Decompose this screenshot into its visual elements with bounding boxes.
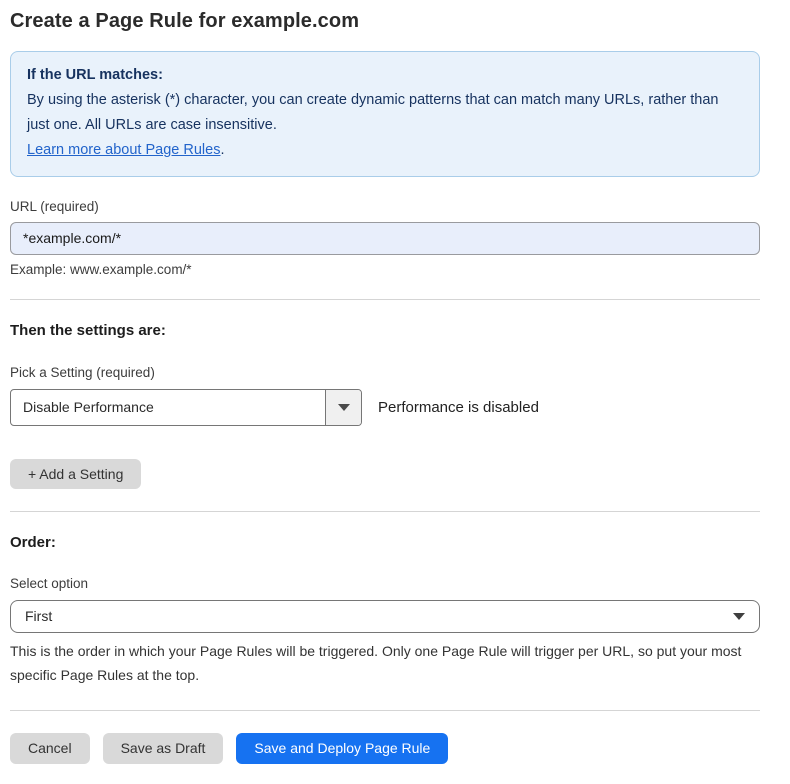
cancel-button[interactable]: Cancel [10, 733, 90, 764]
url-label: URL (required) [10, 199, 760, 214]
url-section: URL (required) Example: www.example.com/… [10, 199, 760, 277]
url-input[interactable] [10, 222, 760, 255]
setting-select-value: Disable Performance [11, 390, 325, 425]
setting-picker-label: Pick a Setting (required) [10, 365, 760, 380]
order-select-label: Select option [10, 576, 760, 591]
settings-heading: Then the settings are: [10, 322, 760, 339]
divider [10, 511, 760, 512]
setting-row: Disable Performance Performance is disab… [10, 389, 760, 426]
url-match-info-box: If the URL matches: By using the asteris… [10, 51, 760, 177]
setting-select[interactable]: Disable Performance [10, 389, 362, 426]
settings-section: Then the settings are: Pick a Setting (r… [10, 322, 760, 489]
save-deploy-button[interactable]: Save and Deploy Page Rule [236, 733, 448, 764]
order-help-text: This is the order in which your Page Rul… [10, 639, 752, 688]
learn-more-link[interactable]: Learn more about Page Rules [27, 142, 220, 158]
url-example-text: Example: www.example.com/* [10, 262, 760, 277]
page-rule-form: Create a Page Rule for example.com If th… [10, 10, 760, 764]
order-heading: Order: [10, 534, 760, 551]
divider [10, 710, 760, 711]
order-select-value: First [25, 608, 733, 624]
footer-actions: Cancel Save as Draft Save and Deploy Pag… [10, 733, 760, 764]
info-box-body: By using the asterisk (*) character, you… [27, 88, 743, 138]
info-box-link-line: Learn more about Page Rules. [27, 138, 743, 163]
save-draft-button[interactable]: Save as Draft [103, 733, 224, 764]
info-box-heading: If the URL matches: [27, 63, 743, 88]
order-section: Order: Select option First This is the o… [10, 534, 760, 688]
add-setting-button[interactable]: + Add a Setting [10, 459, 141, 489]
setting-select-arrow-button[interactable] [325, 390, 361, 425]
page-title: Create a Page Rule for example.com [10, 10, 760, 33]
chevron-down-icon [733, 613, 745, 620]
setting-status-text: Performance is disabled [378, 399, 539, 416]
order-select[interactable]: First [10, 600, 760, 633]
divider [10, 299, 760, 300]
chevron-down-icon [338, 404, 350, 411]
link-suffix: . [220, 142, 224, 158]
